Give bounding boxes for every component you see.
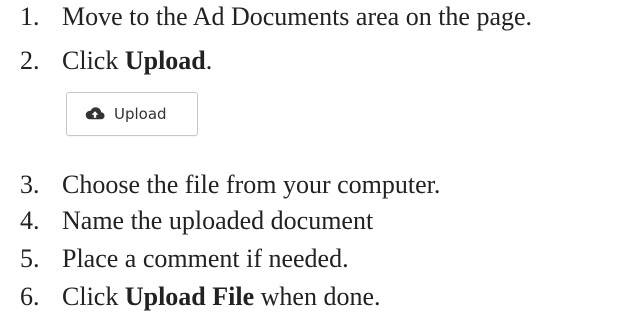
upload-button[interactable]: Upload: [66, 92, 198, 136]
step-number: 3.: [20, 170, 40, 199]
step-number: 6.: [20, 282, 40, 311]
step-text-suffix: .: [205, 46, 213, 75]
step-number: 4.: [20, 206, 40, 235]
upload-button-label: Upload: [114, 105, 167, 123]
step-text: Move to the Ad Documents area on the pag…: [62, 2, 533, 31]
step-text-prefix: Click: [62, 282, 125, 311]
step-text: Choose the file from your computer.: [62, 170, 441, 199]
step-text: Click Upload.: [62, 44, 212, 78]
step-number: 2.: [20, 46, 40, 75]
step-text-suffix: when done.: [254, 282, 381, 311]
step-text: Click Upload File when done.: [62, 280, 381, 314]
step-text-bold: Upload File: [124, 282, 255, 311]
step-text-bold: Upload: [124, 46, 206, 75]
step-number: 5.: [20, 244, 40, 273]
step-text: Name the uploaded document: [62, 206, 374, 235]
cloud-upload-icon: [85, 106, 105, 122]
step-number: 1.: [20, 2, 40, 31]
step-text-prefix: Click: [62, 46, 125, 75]
step-text: Place a comment if needed.: [62, 244, 349, 273]
